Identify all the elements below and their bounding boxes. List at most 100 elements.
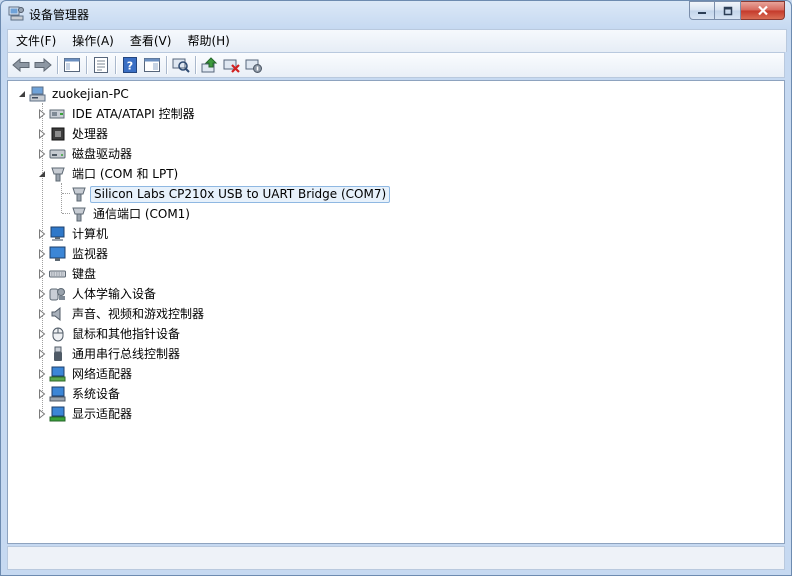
tree-item-label[interactable]: 端口 (COM 和 LPT): [69, 166, 181, 183]
tree-item-ide-controller[interactable]: IDE ATA/ATAPI 控制器: [36, 104, 198, 124]
toolbar-separator: [86, 56, 87, 74]
disable-device-button[interactable]: [243, 54, 265, 76]
collapse-toggle[interactable]: [16, 84, 27, 104]
collapsed-triangle-icon: [38, 229, 45, 239]
tree-item-mouse[interactable]: 鼠标和其他指针设备: [36, 324, 183, 344]
action-pane-icon: [144, 58, 160, 72]
tree-item-label[interactable]: 鼠标和其他指针设备: [69, 326, 183, 343]
tree-item-monitor[interactable]: 监视器: [36, 244, 111, 264]
tree-item-usb[interactable]: 通用串行总线控制器: [36, 344, 183, 364]
expanded-triangle-icon: [38, 171, 45, 177]
tree-item-label[interactable]: IDE ATA/ATAPI 控制器: [69, 106, 198, 123]
collapsed-triangle-icon: [38, 409, 45, 419]
sound-icon: [49, 306, 66, 322]
tree-item-computer[interactable]: 计算机: [36, 224, 111, 244]
expand-toggle[interactable]: [36, 224, 47, 244]
menu-file[interactable]: 文件(F): [8, 31, 64, 51]
action-pane-button[interactable]: [141, 54, 163, 76]
tree-item-label[interactable]: Silicon Labs CP210x USB to UART Bridge (…: [90, 185, 391, 203]
uninstall-icon: [223, 59, 240, 73]
tree-item-disk-drive[interactable]: 磁盘驱动器: [36, 144, 135, 164]
port-icon: [70, 206, 87, 222]
toolbar-separator: [166, 56, 167, 74]
collapsed-triangle-icon: [38, 289, 45, 299]
uninstall-button[interactable]: [221, 54, 243, 76]
collapsed-triangle-icon: [38, 109, 45, 119]
usb-icon: [49, 346, 66, 362]
window-title: 设备管理器: [29, 8, 90, 22]
tree-item-network-adapter[interactable]: 网络适配器: [36, 364, 135, 384]
device-tree-pane[interactable]: zuokejian-PC IDE ATA/ATAPI 控制器 处理器 磁盘驱动器…: [7, 80, 785, 544]
expand-toggle[interactable]: [36, 264, 47, 284]
properties-icon: [94, 57, 108, 73]
scan-hardware-button[interactable]: [170, 54, 192, 76]
forward-button[interactable]: [32, 54, 54, 76]
collapsed-triangle-icon: [38, 249, 45, 259]
maximize-icon: [723, 6, 732, 15]
tree-item-keyboard[interactable]: 键盘: [36, 264, 99, 284]
expand-toggle[interactable]: [36, 284, 47, 304]
close-button[interactable]: [741, 1, 785, 20]
tree-item-com1[interactable]: 通信端口 (COM1): [70, 204, 193, 224]
minimize-button[interactable]: [689, 1, 715, 20]
back-button[interactable]: [10, 54, 32, 76]
hid-icon: [49, 286, 66, 302]
computer-icon: [49, 226, 66, 242]
properties-button[interactable]: [90, 54, 112, 76]
expand-toggle[interactable]: [36, 104, 47, 124]
tree-item-label[interactable]: 声音、视频和游戏控制器: [69, 306, 207, 323]
tree-item-label[interactable]: 计算机: [69, 226, 111, 243]
menu-bar: 文件(F) 操作(A) 查看(V) 帮助(H): [7, 29, 787, 52]
collapsed-triangle-icon: [38, 349, 45, 359]
tree-item-ports[interactable]: 端口 (COM 和 LPT): [36, 164, 181, 184]
tree-item-label[interactable]: 通信端口 (COM1): [90, 206, 193, 223]
tree-item-sound[interactable]: 声音、视频和游戏控制器: [36, 304, 207, 324]
tree-root[interactable]: zuokejian-PC: [16, 84, 132, 104]
tree-item-label[interactable]: 系统设备: [69, 386, 123, 403]
menu-action[interactable]: 操作(A): [64, 31, 122, 51]
tree-item-label[interactable]: 显示适配器: [69, 406, 135, 423]
tree-item-label[interactable]: 键盘: [69, 266, 99, 283]
expand-toggle[interactable]: [36, 304, 47, 324]
expand-toggle[interactable]: [36, 364, 47, 384]
status-bar: [7, 546, 785, 570]
menu-help[interactable]: 帮助(H): [179, 31, 237, 51]
expand-toggle[interactable]: [36, 124, 47, 144]
expand-toggle[interactable]: [36, 384, 47, 404]
minimize-icon: [698, 11, 706, 14]
tree-item-processor[interactable]: 处理器: [36, 124, 111, 144]
collapsed-triangle-icon: [38, 269, 45, 279]
monitor-icon: [49, 246, 66, 262]
disk-drive-icon: [49, 146, 66, 162]
menu-view[interactable]: 查看(V): [122, 31, 180, 51]
collapsed-triangle-icon: [38, 149, 45, 159]
close-icon: [757, 5, 768, 16]
maximize-button[interactable]: [715, 1, 741, 20]
expand-toggle[interactable]: [36, 344, 47, 364]
tree-item-hid[interactable]: 人体学输入设备: [36, 284, 159, 304]
expand-toggle[interactable]: [36, 144, 47, 164]
collapsed-triangle-icon: [38, 129, 45, 139]
tree-item-label[interactable]: 监视器: [69, 246, 111, 263]
tree-item-cp210x-com7[interactable]: Silicon Labs CP210x USB to UART Bridge (…: [70, 184, 391, 204]
expand-toggle[interactable]: [36, 324, 47, 344]
tree-root-label[interactable]: zuokejian-PC: [49, 86, 132, 103]
tree-item-display-adapter[interactable]: 显示适配器: [36, 404, 135, 424]
update-driver-button[interactable]: [199, 54, 221, 76]
tree-item-label[interactable]: 磁盘驱动器: [69, 146, 135, 163]
title-bar[interactable]: 设备管理器: [1, 1, 791, 29]
back-icon: [12, 58, 30, 72]
device-manager-window: 设备管理器 文件(F) 操作(A) 查看(V) 帮助(H) ? zuokejia…: [0, 0, 792, 576]
show-hide-console-tree-button[interactable]: [61, 54, 83, 76]
tree-item-label[interactable]: 人体学输入设备: [69, 286, 159, 303]
help-button[interactable]: ?: [119, 54, 141, 76]
tree-item-label[interactable]: 网络适配器: [69, 366, 135, 383]
expand-toggle[interactable]: [36, 404, 47, 424]
tree-item-label[interactable]: 处理器: [69, 126, 111, 143]
expand-toggle[interactable]: [36, 244, 47, 264]
tree-item-system-device[interactable]: 系统设备: [36, 384, 123, 404]
device-manager-icon: [8, 5, 24, 21]
tree-item-label[interactable]: 通用串行总线控制器: [69, 346, 183, 363]
collapse-toggle[interactable]: [36, 164, 47, 184]
collapsed-triangle-icon: [38, 369, 45, 379]
